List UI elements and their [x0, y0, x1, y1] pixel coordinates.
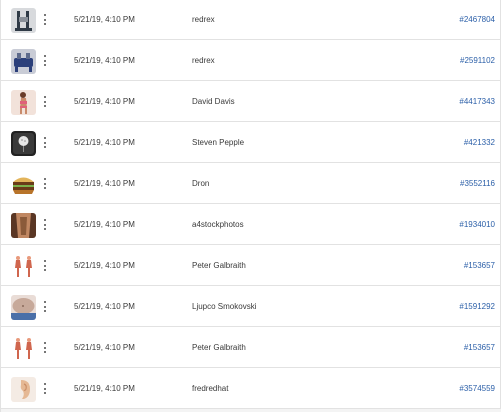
asset-thumbnail[interactable]: [11, 336, 36, 361]
date-text: 5/21/19, 4:10 PM: [74, 302, 135, 311]
date-text: 5/21/19, 4:10 PM: [74, 15, 135, 24]
author-name: Steven Pepple: [192, 138, 245, 147]
author-name: Ljupco Smokovski: [192, 302, 257, 311]
more-vertical-icon[interactable]: [41, 136, 49, 150]
more-vertical-icon[interactable]: [41, 218, 49, 232]
date-text: 5/21/19, 4:10 PM: [74, 179, 135, 188]
asset-id-link[interactable]: #421332: [464, 138, 495, 147]
list-row[interactable]: 5/21/19, 4:10 PM Steven Pepple #421332: [1, 123, 500, 163]
asset-id-link[interactable]: #2467804: [459, 15, 495, 24]
date-text: 5/21/19, 4:10 PM: [74, 261, 135, 270]
author-name: Peter Galbraith: [192, 343, 246, 352]
asset-thumbnail[interactable]: [11, 213, 36, 238]
list-row[interactable]: 5/21/19, 4:10 PM Ljupco Smokovski #15912…: [1, 287, 500, 327]
more-vertical-icon[interactable]: [41, 259, 49, 273]
asset-thumbnail[interactable]: [11, 254, 36, 279]
more-vertical-icon[interactable]: [41, 382, 49, 396]
date-text: 5/21/19, 4:10 PM: [74, 384, 135, 393]
date-text: 5/21/19, 4:10 PM: [74, 138, 135, 147]
author-name: redrex: [192, 56, 215, 65]
date-text: 5/21/19, 4:10 PM: [74, 97, 135, 106]
list-row[interactable]: 5/21/19, 4:10 PM a4stockphotos #1934010: [1, 205, 500, 245]
more-vertical-icon[interactable]: [41, 177, 49, 191]
date-text: 5/21/19, 4:10 PM: [74, 343, 135, 352]
list-row[interactable]: 5/21/19, 4:10 PM fredredhat #3574559: [1, 369, 500, 409]
asset-id-link[interactable]: #153657: [464, 343, 495, 352]
date-text: 5/21/19, 4:10 PM: [74, 56, 135, 65]
more-vertical-icon[interactable]: [41, 13, 49, 27]
list-row[interactable]: 5/21/19, 4:10 PM Peter Galbraith #153657: [1, 328, 500, 368]
asset-thumbnail[interactable]: [11, 295, 36, 320]
author-name: a4stockphotos: [192, 220, 244, 229]
asset-id-link[interactable]: #2591102: [460, 56, 495, 65]
asset-id-link[interactable]: #3552116: [460, 179, 495, 188]
author-name: Peter Galbraith: [192, 261, 246, 270]
date-text: 5/21/19, 4:10 PM: [74, 220, 135, 229]
list-row[interactable]: 5/21/19, 4:10 PM David Davis #4417343: [1, 82, 500, 122]
author-name: redrex: [192, 15, 215, 24]
asset-thumbnail[interactable]: [11, 90, 36, 115]
asset-thumbnail[interactable]: [11, 131, 36, 156]
asset-list: 5/21/19, 4:10 PM redrex #2467804 5/21/19…: [0, 0, 501, 412]
more-vertical-icon[interactable]: [41, 300, 49, 314]
asset-id-link[interactable]: #3574559: [459, 384, 495, 393]
asset-id-link[interactable]: #1934010: [459, 220, 495, 229]
author-name: David Davis: [192, 97, 235, 106]
asset-id-link[interactable]: #1591292: [459, 302, 495, 311]
asset-thumbnail[interactable]: [11, 172, 36, 197]
more-vertical-icon[interactable]: [41, 54, 49, 68]
asset-thumbnail[interactable]: [11, 377, 36, 402]
asset-id-link[interactable]: #153657: [464, 261, 495, 270]
list-row[interactable]: 5/21/19, 4:10 PM redrex #2591102: [1, 41, 500, 81]
author-name: fredredhat: [192, 384, 229, 393]
list-row[interactable]: 5/21/19, 4:10 PM redrex #2467804: [1, 0, 500, 40]
asset-thumbnail[interactable]: [11, 49, 36, 74]
list-row[interactable]: 5/21/19, 4:10 PM Dron #3552116: [1, 164, 500, 204]
more-vertical-icon[interactable]: [41, 341, 49, 355]
more-vertical-icon[interactable]: [41, 95, 49, 109]
list-row[interactable]: 5/21/19, 4:10 PM Peter Galbraith #153657: [1, 246, 500, 286]
author-name: Dron: [192, 179, 210, 188]
asset-id-link[interactable]: #4417343: [459, 97, 495, 106]
asset-thumbnail[interactable]: [11, 8, 36, 33]
